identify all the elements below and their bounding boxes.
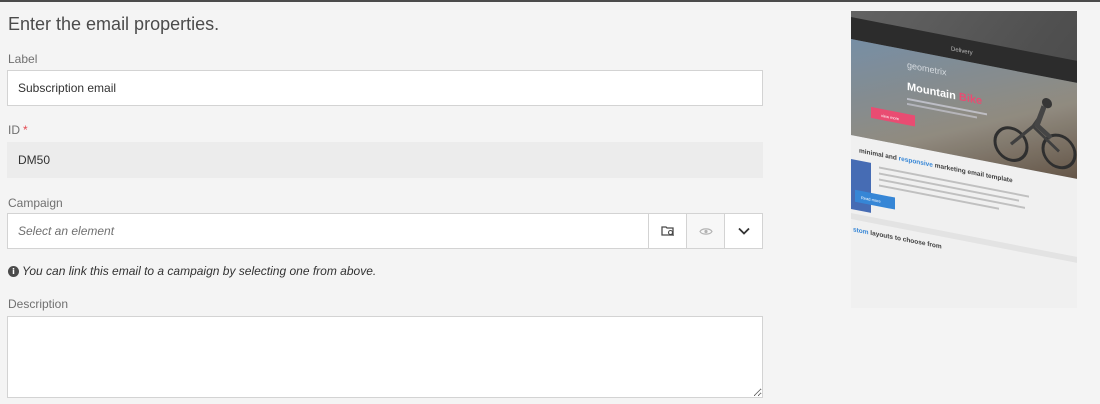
template-preview-thumbnail: Delivery geometrix Mountain Bike view mo…: [851, 11, 1077, 308]
required-marker: *: [23, 123, 28, 137]
campaign-field-label: Campaign: [8, 196, 63, 210]
description-field-label: Description: [8, 297, 69, 311]
campaign-dropdown-button[interactable]: [724, 214, 762, 248]
id-label-text: ID: [8, 123, 20, 137]
template-preview-image: Delivery geometrix Mountain Bike view mo…: [851, 11, 1077, 308]
id-field-label: ID *: [8, 123, 28, 137]
description-textarea[interactable]: [7, 316, 763, 398]
campaign-input[interactable]: [8, 214, 648, 248]
browse-campaign-button[interactable]: [648, 214, 686, 248]
chevron-down-icon: [737, 227, 750, 235]
page-heading: Enter the email properties.: [8, 14, 220, 34]
eye-icon: [698, 227, 713, 235]
campaign-selector: [7, 213, 763, 249]
id-value: DM50: [18, 153, 51, 167]
campaign-hint-text: You can link this email to a campaign by…: [22, 264, 377, 278]
view-campaign-button[interactable]: [686, 214, 724, 248]
label-field-label: Label: [8, 52, 38, 66]
campaign-hint: i You can link this email to a campaign …: [8, 264, 376, 278]
id-field: DM50: [7, 142, 763, 178]
folder-browse-icon: [660, 226, 674, 237]
info-icon: i: [8, 265, 19, 277]
label-input[interactable]: [7, 70, 763, 106]
